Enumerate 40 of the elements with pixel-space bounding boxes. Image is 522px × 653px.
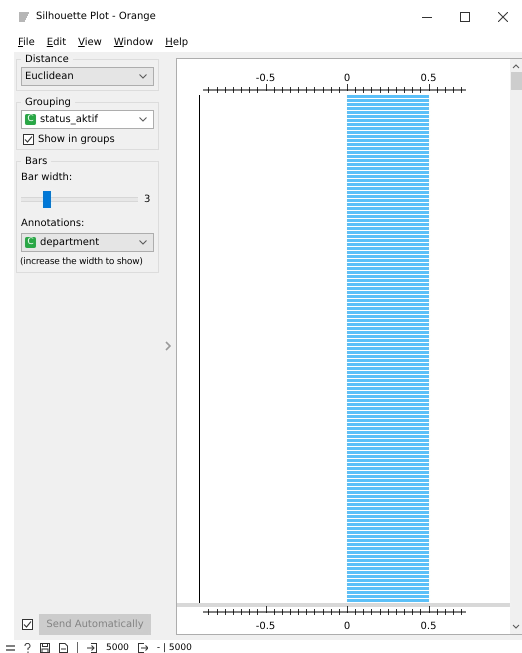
- axis-label: 0.5: [420, 621, 436, 632]
- dropdown[interactable]: Euclidean: [21, 67, 154, 86]
- vertical-scrollbar[interactable]: [510, 59, 522, 634]
- group-title: Bars: [24, 156, 48, 167]
- axis-label: 0: [344, 621, 350, 632]
- annotations-label: Annotations:: [21, 218, 86, 229]
- close-icon[interactable]: [498, 12, 508, 22]
- menu-icon[interactable]: [6, 644, 15, 652]
- output-icon: [138, 642, 148, 652]
- menu-item[interactable]: View: [72, 37, 108, 48]
- menu-item[interactable]: Window: [108, 37, 160, 48]
- axis-label: 0: [344, 73, 350, 84]
- save-icon[interactable]: [40, 642, 50, 652]
- app-icon: [18, 12, 30, 22]
- menu-item[interactable]: Help: [159, 37, 194, 48]
- slider-label: Bar width:: [21, 172, 74, 183]
- menu-item[interactable]: Edit: [40, 37, 72, 48]
- chevron-down-icon: [139, 74, 147, 79]
- document-icon[interactable]: [59, 642, 68, 652]
- help-icon[interactable]: [24, 642, 31, 652]
- group-title: Grouping: [24, 97, 72, 108]
- axis-label: -0.5: [256, 73, 276, 84]
- slider-thumb[interactable]: [42, 191, 51, 208]
- output-summary: - | 5000: [156, 642, 192, 652]
- axis-label: 0.5: [420, 73, 436, 84]
- chevron-down-icon: [139, 240, 147, 245]
- chevron-down-icon: [139, 117, 147, 122]
- checkbox-label: Show in groups: [38, 134, 115, 145]
- slider-value: 3: [144, 194, 150, 205]
- checkbox[interactable]: [23, 134, 34, 145]
- hint-text: (increase the width to show): [20, 257, 144, 267]
- dropdown[interactable]: C department: [21, 233, 154, 252]
- input-icon: [87, 642, 97, 652]
- maximize-icon[interactable]: [460, 12, 470, 22]
- group-title: Distance: [24, 54, 70, 65]
- dropdown[interactable]: C status_aktif: [21, 110, 154, 129]
- axis-label: -0.5: [256, 621, 276, 632]
- window-title: Silhouette Plot - Orange: [36, 11, 156, 22]
- menu-item[interactable]: File: [12, 37, 41, 48]
- input-summary: 5000: [106, 642, 129, 652]
